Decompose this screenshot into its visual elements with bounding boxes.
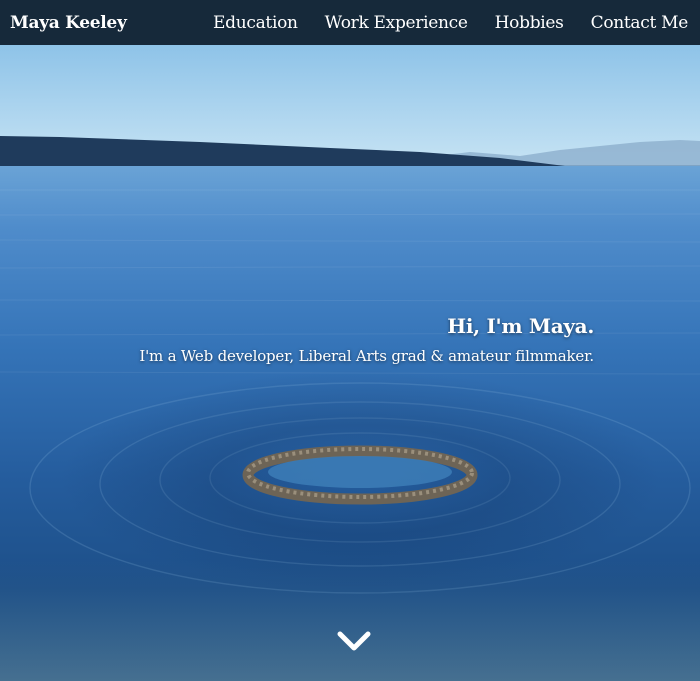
top-navbar: Maya Keeley Education Work Experience Ho… <box>0 0 700 45</box>
nav-link-contact-me[interactable]: Contact Me <box>591 13 689 33</box>
brand-link[interactable]: Maya Keeley <box>10 13 127 33</box>
nav-link-hobbies[interactable]: Hobbies <box>495 13 564 33</box>
nav-link-education[interactable]: Education <box>213 13 298 33</box>
nav-link-work-experience[interactable]: Work Experience <box>325 13 468 33</box>
scroll-down-button[interactable] <box>336 628 372 656</box>
intro-section: Hi, I'm Maya. I'm a Web developer, Liber… <box>139 314 594 365</box>
nav-links: Education Work Experience Hobbies Contac… <box>186 13 688 33</box>
intro-heading: Hi, I'm Maya. <box>447 314 594 338</box>
intro-subheading: I'm a Web developer, Liberal Arts grad &… <box>139 347 594 365</box>
chevron-down-icon <box>337 631 371 651</box>
